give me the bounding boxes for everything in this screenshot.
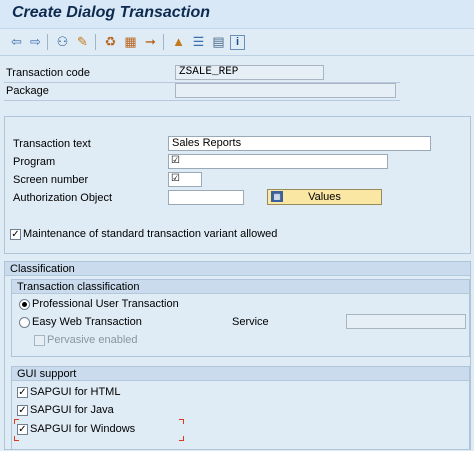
gui-support-header: GUI support <box>12 367 469 381</box>
toolbar-separator <box>47 34 48 50</box>
sapgui-windows-label: SAPGUI for Windows <box>30 423 136 435</box>
toolbar-separator <box>163 34 164 50</box>
toolbar-separator <box>95 34 96 50</box>
forward-arrow-icon[interactable]: ⇨ <box>27 33 44 50</box>
program-input[interactable] <box>168 154 388 169</box>
service-field <box>346 314 466 329</box>
values-button[interactable]: ▦ Values <box>267 189 382 205</box>
tree-icon[interactable]: ▲ <box>170 33 187 50</box>
where-used-icon[interactable]: ♻ <box>102 33 119 50</box>
transaction-classification-header: Transaction classification <box>12 280 469 294</box>
sapgui-html-label: SAPGUI for HTML <box>30 386 121 398</box>
classification-header: Classification <box>5 262 470 276</box>
application-toolbar: ⇦ ⇨ ⚇ ✎ ♻ ▦ ➞ ▲ ☰ ▤ i <box>0 29 474 56</box>
pervasive-label: Pervasive enabled <box>47 334 138 346</box>
sapgui-java-checkbox[interactable]: ✓ <box>17 405 28 416</box>
professional-user-label: Professional User Transaction <box>32 298 179 310</box>
focus-marker <box>14 419 19 424</box>
info-icon[interactable]: i <box>230 35 245 50</box>
transaction-code-label: Transaction code <box>6 67 90 79</box>
maintenance-checkbox[interactable]: ✓ <box>10 229 21 240</box>
program-label: Program <box>13 156 56 168</box>
authorization-object-label: Authorization Object <box>13 192 113 204</box>
glasses-display-icon[interactable]: ⚇ <box>54 33 71 50</box>
window-title: Create Dialog Transaction <box>12 4 210 21</box>
pervasive-checkbox <box>34 335 45 346</box>
transaction-text-label: Transaction text <box>13 138 91 150</box>
screen-number-label: Screen number <box>13 174 89 186</box>
authorization-object-input[interactable] <box>168 190 244 205</box>
other-object-icon[interactable]: ✎ <box>74 33 91 50</box>
focus-marker <box>179 436 184 441</box>
transaction-text-input[interactable]: Sales Reports <box>168 136 431 151</box>
sapgui-windows-checkbox[interactable]: ✓ <box>17 424 28 435</box>
sapgui-html-checkbox[interactable]: ✓ <box>17 387 28 398</box>
layout-icon[interactable]: ▤ <box>210 33 227 50</box>
back-arrow-icon[interactable]: ⇦ <box>8 33 25 50</box>
package-label: Package <box>6 85 49 97</box>
title-bar: Create Dialog Transaction <box>0 0 474 29</box>
transaction-code-field: ZSALE_REP <box>175 65 324 80</box>
easy-web-radio[interactable] <box>19 317 30 328</box>
easy-web-label: Easy Web Transaction <box>32 316 142 328</box>
sapgui-java-label: SAPGUI for Java <box>30 404 114 416</box>
navigate-icon[interactable]: ➞ <box>142 33 159 50</box>
package-field <box>175 83 396 98</box>
required-entry-icon: ☑ <box>171 173 180 184</box>
required-entry-icon: ☑ <box>171 155 180 166</box>
focus-marker <box>14 436 19 441</box>
professional-user-radio[interactable] <box>19 299 30 310</box>
hierarchy-icon[interactable]: ▦ <box>122 33 139 50</box>
values-icon: ▦ <box>271 191 283 202</box>
service-label: Service <box>232 316 269 328</box>
divider <box>4 100 400 101</box>
focus-marker <box>179 419 184 424</box>
maintenance-label: Maintenance of standard transaction vari… <box>23 228 278 240</box>
values-button-label: Values <box>308 191 341 203</box>
list-icon[interactable]: ☰ <box>190 33 207 50</box>
